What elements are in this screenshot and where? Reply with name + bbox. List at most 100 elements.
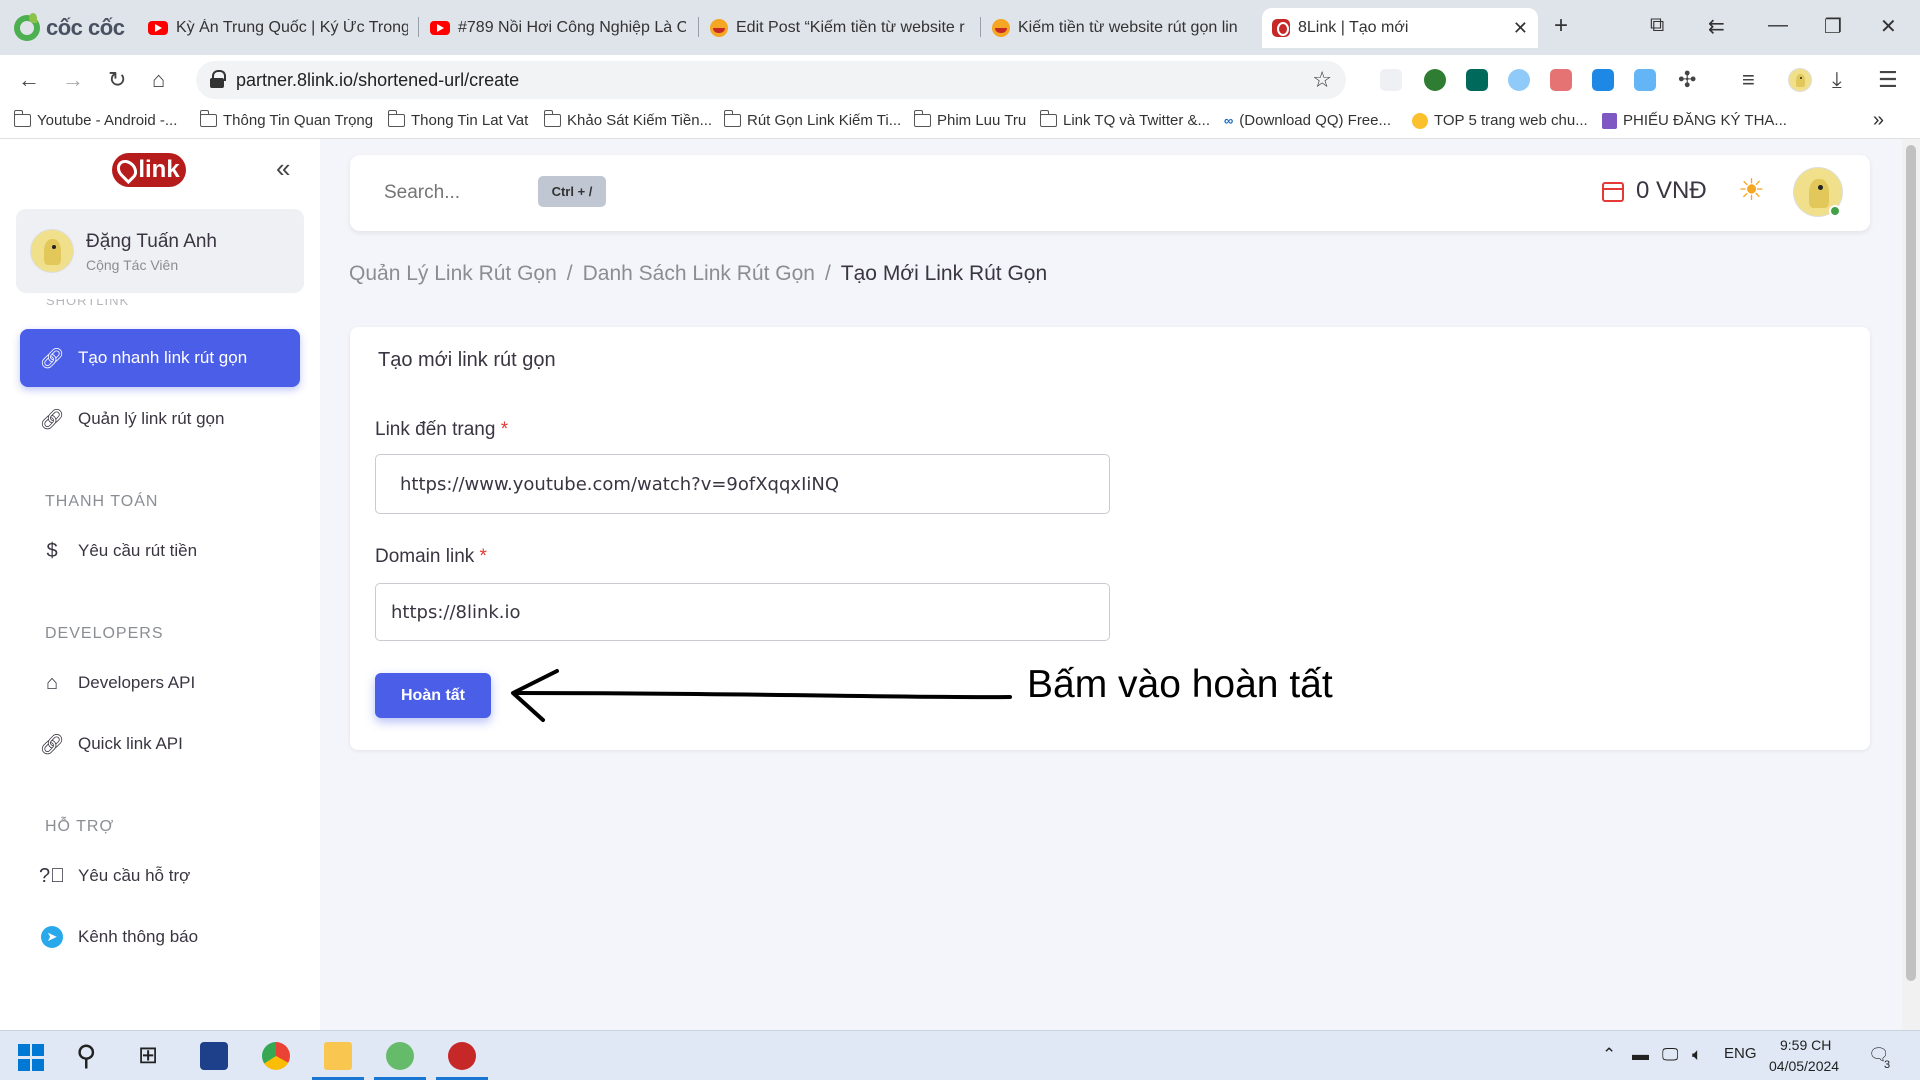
menu-icon[interactable]: ☰ <box>1878 67 1898 93</box>
extensions-puzzle-icon[interactable]: ✣ <box>1678 67 1696 93</box>
sidebar-item-manage-links[interactable]: 🔗︎ Quản lý link rút gọn <box>20 390 300 448</box>
youtube-icon <box>148 21 168 35</box>
breadcrumb-link-list[interactable]: Danh Sách Link Rút Gọn <box>583 262 815 286</box>
new-tab-icon[interactable]: + <box>1554 12 1568 40</box>
network-icon[interactable]: 🖵︎ <box>1662 1045 1678 1065</box>
collapse-sidebar-icon[interactable]: « <box>276 153 290 184</box>
extension-icon[interactable] <box>1424 69 1446 91</box>
url-field[interactable]: partner.8link.io/shortened-url/create ☆ <box>196 61 1346 99</box>
link-icon: 🔗︎ <box>39 408 65 431</box>
tab-active[interactable]: 8Link | Tạo mới ✕ <box>1262 8 1538 48</box>
url-text: partner.8link.io/shortened-url/create <box>236 70 520 90</box>
tab-title: Kỳ Án Trung Quốc | Ký Ức Trong <box>176 19 408 36</box>
sidebar-item-quick-create[interactable]: 🔗︎ Tạo nhanh link rút gọn <box>20 329 300 387</box>
qq-icon: ∞ <box>1224 113 1234 128</box>
breadcrumb: Quản Lý Link Rút Gọn / Danh Sách Link Rú… <box>349 262 1047 286</box>
theme-toggle-sun-icon[interactable]: ☀ <box>1738 173 1765 208</box>
extension-icon[interactable] <box>1634 69 1656 91</box>
dollar-icon: $ <box>46 539 58 562</box>
link-label: Link đến trang * <box>375 419 509 440</box>
task-view-icon[interactable]: ⊞ <box>138 1042 166 1070</box>
bookmark-item[interactable]: Phim Luu Tru <box>913 110 1026 129</box>
user-avatar <box>30 229 74 273</box>
minimize-icon[interactable]: — <box>1768 14 1788 37</box>
more-bookmarks-icon[interactable]: » <box>1873 109 1884 132</box>
back-icon[interactable]: ← <box>18 67 40 93</box>
app-taskbar-icon[interactable] <box>448 1042 476 1070</box>
submit-button[interactable]: Hoàn tất <box>375 673 491 718</box>
scrollbar-thumb[interactable] <box>1906 145 1916 981</box>
extension-icon[interactable] <box>1508 69 1530 91</box>
breadcrumb-link-manage[interactable]: Quản Lý Link Rút Gọn <box>349 262 557 286</box>
help-circle-icon: ?⃝ <box>38 864 66 887</box>
search-icon[interactable]: ⚲ <box>76 1042 104 1070</box>
tab-search-icon[interactable]: ⇇ <box>1708 14 1725 39</box>
tab-2[interactable]: #789 Nồi Hơi Công Nghiệp Là C <box>420 12 696 44</box>
bookmark-item[interactable]: PHIẾU ĐĂNG KÝ THA... <box>1602 112 1787 129</box>
link-icon: 🔗︎ <box>39 733 65 756</box>
bookmark-star-icon[interactable]: ☆ <box>1312 67 1332 93</box>
tray-chevron-icon[interactable]: ⌃ <box>1602 1045 1616 1065</box>
restore-icon[interactable]: ❐ <box>1824 14 1842 39</box>
clock-date[interactable]: 04/05/2024 <box>1769 1058 1839 1074</box>
tab-3[interactable]: Edit Post “Kiếm tiền từ website r <box>700 12 978 44</box>
destination-url-input[interactable] <box>375 454 1110 514</box>
domain-link-input[interactable] <box>375 583 1110 641</box>
notification-count: 3 <box>1884 1059 1891 1071</box>
close-tab-icon[interactable]: ✕ <box>1513 18 1528 39</box>
coccoc-taskbar-icon[interactable] <box>386 1042 414 1070</box>
extension-icon[interactable] <box>1380 69 1402 91</box>
bookmarks-bar: Youtube - Android -... Thông Tin Quan Tr… <box>0 105 1920 139</box>
windows-start-icon[interactable] <box>18 1044 46 1072</box>
pin-logo-icon <box>113 155 142 185</box>
tab-title: 8Link | Tạo mới <box>1298 19 1409 36</box>
chrome-icon[interactable] <box>262 1042 290 1070</box>
bookmark-item[interactable]: Youtube - Android -... <box>13 110 177 129</box>
battery-icon[interactable]: ▬ <box>1632 1045 1649 1065</box>
bookmark-item[interactable]: Thong Tin Lat Vat <box>387 110 528 129</box>
sidebar-item-withdraw[interactable]: $ Yêu cầu rút tiền <box>20 522 300 580</box>
user-card[interactable]: Đặng Tuấn Anh Cộng Tác Viên <box>16 209 304 293</box>
media-queue-icon[interactable]: ≡ <box>1742 67 1755 93</box>
required-mark: * <box>500 419 509 440</box>
address-bar-row: ← → ↻ ⌂ partner.8link.io/shortened-url/c… <box>0 55 1920 105</box>
balance: 0 VNĐ <box>1636 177 1707 204</box>
tab-1[interactable]: Kỳ Án Trung Quốc | Ký Ức Trong <box>138 12 418 44</box>
profile-avatar[interactable] <box>1788 68 1812 92</box>
form-icon <box>1602 112 1617 129</box>
brand-logo[interactable]: link <box>112 153 186 187</box>
bookmark-item[interactable]: TOP 5 trang web chu... <box>1412 112 1588 129</box>
folder-icon <box>1039 110 1057 127</box>
8link-favicon-icon <box>1272 19 1290 37</box>
screenshot-icon[interactable]: ⧉ <box>1650 14 1664 37</box>
bookmark-item[interactable]: Khảo Sát Kiếm Tiền... <box>543 110 712 129</box>
browser-logo[interactable]: cốc cốc <box>14 13 125 42</box>
page-scrollbar[interactable] <box>1902 139 1920 1030</box>
search-input[interactable] <box>384 177 504 209</box>
reload-icon[interactable]: ↻ <box>108 67 126 93</box>
extension-icon[interactable] <box>1550 69 1572 91</box>
download-icon[interactable]: ⤓ <box>1832 67 1842 93</box>
file-explorer-icon[interactable] <box>324 1042 352 1070</box>
bookmark-item[interactable]: Thông Tin Quan Trọng <box>199 110 373 129</box>
bookmark-item[interactable]: Link TQ và Twitter &... <box>1039 110 1210 129</box>
sidebar-item-announcements[interactable]: ➤ Kênh thông báo <box>20 908 300 966</box>
required-mark: * <box>479 546 487 567</box>
clock-time[interactable]: 9:59 CH <box>1780 1037 1831 1053</box>
bookmark-item[interactable]: Rút Gọn Link Kiếm Ti... <box>723 110 901 129</box>
tab-4[interactable]: Kiếm tiền từ website rút gọn lin <box>982 12 1260 44</box>
translate-icon[interactable] <box>1592 69 1614 91</box>
sidebar-item-quick-link-api[interactable]: 🔗︎ Quick link API <box>20 715 300 773</box>
language-indicator[interactable]: ENG <box>1724 1045 1757 1062</box>
close-window-icon[interactable]: ✕ <box>1880 14 1897 39</box>
form-title: Tạo mới link rút gọn <box>378 349 556 371</box>
volume-icon[interactable]: 🔈︎ <box>1692 1045 1702 1065</box>
sidebar: link « Đặng Tuấn Anh Cộng Tác Viên SHORT… <box>0 139 320 1030</box>
store-icon[interactable] <box>200 1042 228 1070</box>
sidebar-item-support-request[interactable]: ?⃝ Yêu cầu hỗ trợ <box>20 847 300 905</box>
extension-icon[interactable] <box>1466 69 1488 91</box>
home-icon[interactable]: ⌂ <box>152 67 165 93</box>
sidebar-item-developers-api[interactable]: ⌂ Developers API <box>20 654 300 712</box>
forward-icon[interactable]: → <box>62 67 84 93</box>
bookmark-item[interactable]: ∞ (Download QQ) Free... <box>1224 112 1391 129</box>
